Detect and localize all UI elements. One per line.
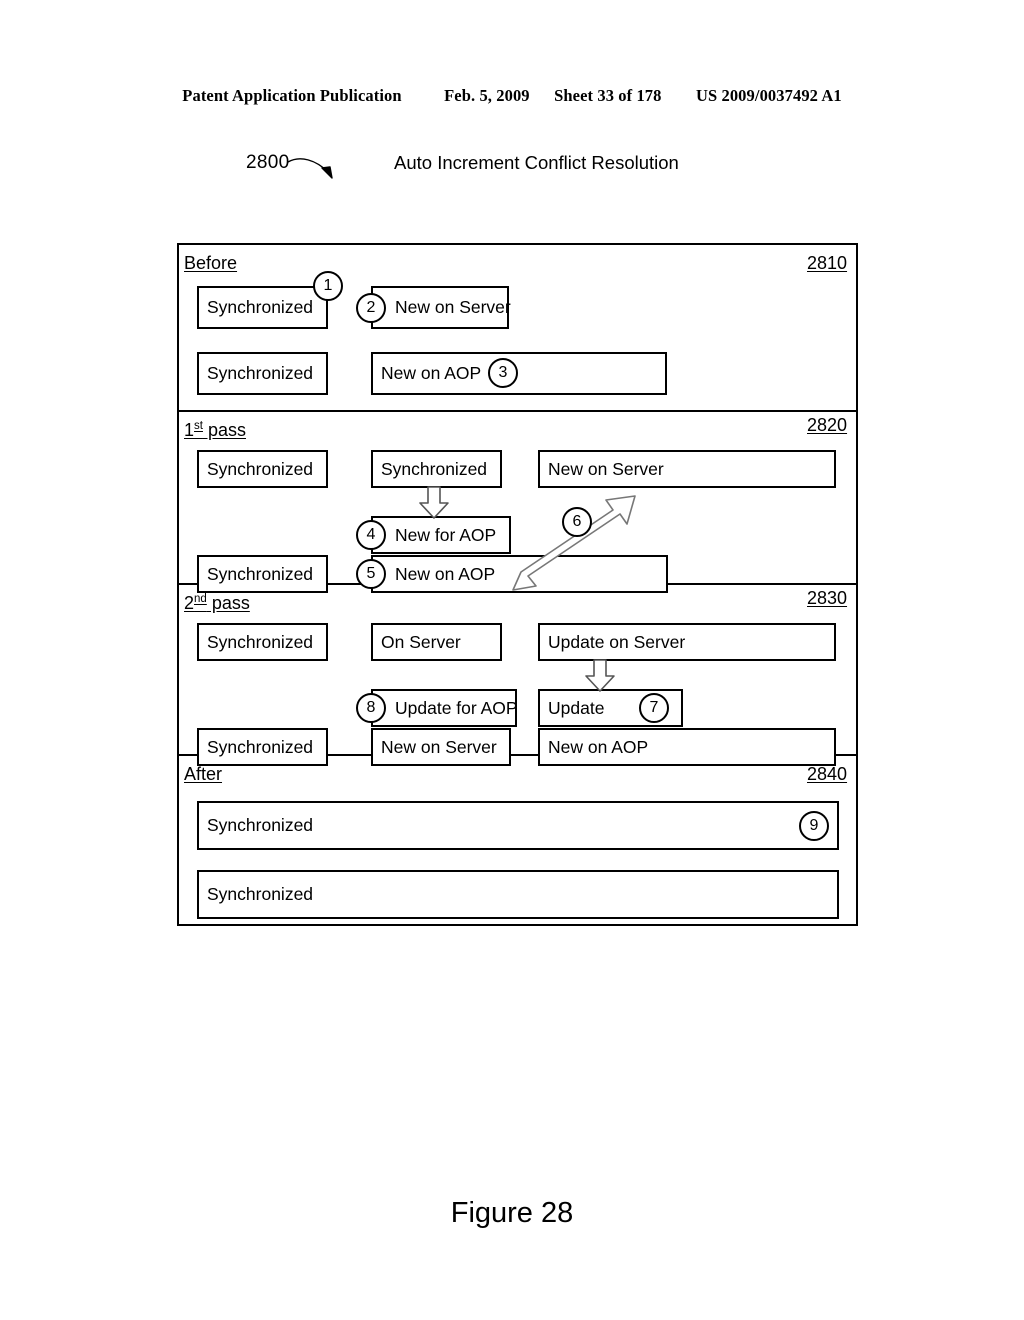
figure-reference-numeral: 2800 (246, 152, 290, 173)
label-number: 1 (184, 420, 195, 440)
section-second-pass: 2nd pass 2830 Synchronized On Server Upd… (179, 585, 856, 766)
box-label: Synchronized (207, 297, 314, 317)
firstpass-box-synchronized-c1: Synchronized (197, 450, 328, 488)
down-arrow-icon-second-pass (585, 659, 615, 692)
marker-3: 3 (488, 358, 518, 388)
section-first-pass-ref: 2820 (807, 415, 848, 435)
marker-9: 9 (799, 811, 829, 841)
box-label: Synchronized (207, 363, 314, 383)
header-date: Feb. 5, 2009 (444, 86, 530, 105)
leader-line-arrow-icon (287, 158, 333, 179)
section-second-pass-label: 2nd pass (184, 593, 250, 614)
section-after: After 2840 Synchronized 9 Synchronized (179, 756, 856, 924)
label-number: 2 (184, 593, 195, 613)
section-before: Before 2810 Synchronized 1 New on Server… (179, 245, 856, 412)
section-after-label: After (184, 764, 223, 784)
box-label: Synchronized (207, 458, 314, 479)
section-second-pass-ref: 2830 (807, 588, 848, 608)
marker-5: 5 (356, 559, 386, 589)
section-after-ref: 2840 (807, 764, 848, 784)
firstpass-box-synchronized-c2: Synchronized (371, 450, 502, 488)
secondpass-box-update-on-server: Update on Server (538, 623, 836, 661)
secondpass-box-on-server: On Server (371, 623, 502, 661)
box-label: Update on Server (548, 631, 686, 652)
box-label: New for AOP (395, 524, 497, 545)
after-box-synchronized-2: Synchronized (197, 870, 839, 919)
box-label: Update for AOP (395, 697, 518, 718)
marker-4: 4 (356, 520, 386, 550)
figure-title: Auto Increment Conflict Resolution (394, 152, 679, 173)
header-publication: Patent Application Publication (182, 86, 402, 105)
box-label: Synchronized (381, 458, 488, 479)
box-label: New on AOP (548, 736, 649, 757)
header-sheet: Sheet 33 of 178 (554, 86, 662, 105)
box-label: Synchronized (207, 736, 314, 757)
label-ordinal-suffix: st (194, 420, 203, 432)
figure-caption: Figure 28 (450, 1197, 574, 1229)
box-label: On Server (381, 631, 461, 652)
before-box-synchronized-2: Synchronized (197, 352, 328, 395)
box-label: Synchronized (207, 563, 314, 584)
box-label: New on Server (395, 297, 511, 317)
box-label: Synchronized (207, 631, 314, 652)
before-box-synchronized-1: Synchronized (197, 286, 328, 329)
section-first-pass-label: 1st pass (184, 420, 246, 441)
box-label: New on AOP (381, 363, 482, 383)
label-rest: pass (206, 593, 250, 613)
marker-1: 1 (313, 271, 343, 301)
section-before-label: Before (184, 253, 238, 273)
marker-2: 2 (356, 293, 386, 323)
marker-6: 6 (562, 507, 592, 537)
box-label: New on Server (381, 736, 497, 757)
marker-7: 7 (639, 693, 669, 723)
section-before-ref: 2810 (807, 253, 848, 273)
box-label: Synchronized (207, 815, 314, 835)
firstpass-box-new-for-aop: New for AOP (371, 516, 511, 554)
box-label: Synchronized (207, 884, 314, 904)
diagram-frame: Before 2810 Synchronized 1 New on Server… (177, 243, 858, 926)
after-box-synchronized-1: Synchronized (197, 801, 839, 850)
header-patent-number: US 2009/0037492 A1 (695, 86, 842, 105)
before-box-new-on-aop: New on AOP (371, 352, 667, 395)
marker-8: 8 (356, 693, 386, 723)
secondpass-box-synchronized-c1: Synchronized (197, 623, 328, 661)
down-arrow-icon-first-pass (419, 486, 449, 519)
before-box-new-on-server: New on Server (371, 286, 511, 329)
secondpass-box-update-for-aop: Update for AOP (371, 689, 518, 727)
page-header: Patent Application Publication Feb. 5, 2… (0, 86, 1024, 106)
section-first-pass: 1st pass 2820 Synchronized Synchronized … (179, 412, 856, 593)
label-rest: pass (202, 420, 246, 440)
label-ordinal-suffix: nd (194, 593, 207, 605)
box-label: New on AOP (395, 563, 496, 584)
box-label: Update (548, 697, 605, 718)
